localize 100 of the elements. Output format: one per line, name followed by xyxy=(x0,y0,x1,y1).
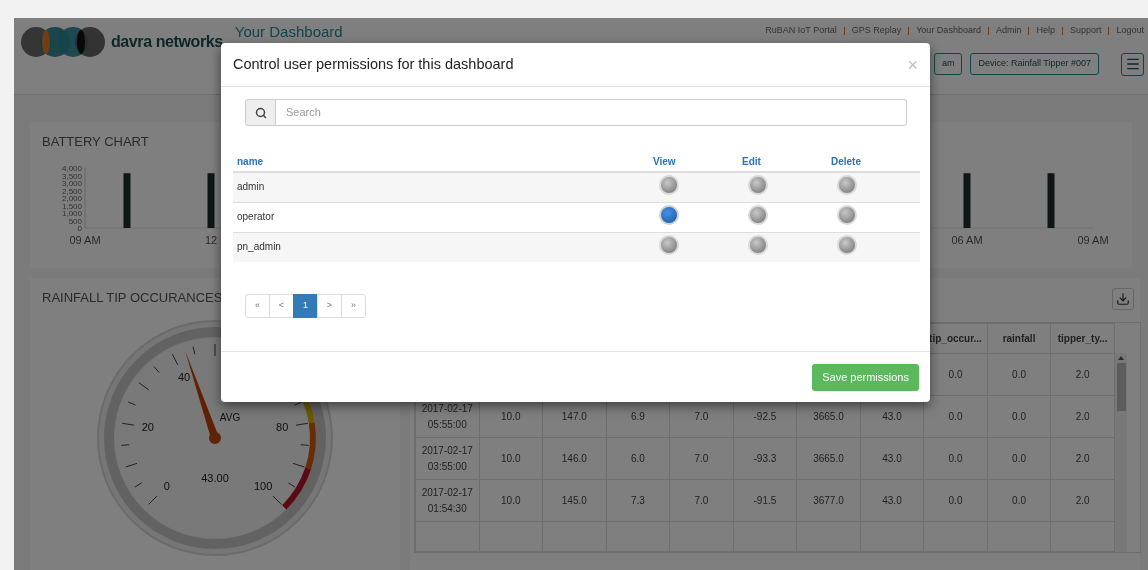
gauge-scale-label: 20 xyxy=(141,420,154,433)
table-cell: 7.0 xyxy=(669,437,734,480)
dialog-title: Control user permissions for this dashboard xyxy=(233,54,514,74)
table-cell: 0.0 xyxy=(987,479,1051,522)
radio-button[interactable] xyxy=(837,205,857,225)
radio-button[interactable] xyxy=(659,175,679,196)
radio-button[interactable] xyxy=(837,235,857,256)
axis-tick-label: 09 AM xyxy=(1077,233,1109,246)
table-cell: 145.0 xyxy=(542,479,607,522)
axis-tick-label: 2,000 xyxy=(61,193,82,203)
nav-link[interactable]: Logout xyxy=(1116,24,1144,38)
menu-icon xyxy=(1124,56,1141,72)
table-cell: 2.0 xyxy=(1050,437,1115,480)
radio-button[interactable] xyxy=(659,235,679,256)
table-cell: 2.0 xyxy=(1050,353,1115,396)
page-button[interactable]: « xyxy=(245,294,270,318)
table-cell: -93.3 xyxy=(733,437,797,480)
column-header: name xyxy=(233,152,653,172)
column-header: Delete xyxy=(831,152,920,172)
chart-bar xyxy=(123,172,131,228)
close-button[interactable]: × xyxy=(907,55,918,74)
column-header: tipper_ty... xyxy=(1050,323,1115,354)
nav-link[interactable]: Your Dashboard xyxy=(916,24,981,38)
nav-divider xyxy=(908,26,910,35)
table-cell: 10.0 xyxy=(479,479,543,522)
axis-tick-label: 06 AM xyxy=(951,233,983,246)
search-button[interactable] xyxy=(245,99,276,126)
column-header: Edit xyxy=(742,152,831,172)
radio-button[interactable] xyxy=(837,175,857,196)
card-title: RAINFALL TIP OCCURANCES xyxy=(42,289,223,307)
user-name: admin xyxy=(233,172,653,202)
user-name: operator xyxy=(233,202,653,232)
radio-button[interactable] xyxy=(748,205,768,225)
table-cell: 3665.0 xyxy=(796,437,861,480)
gauge-scale-label: 0 xyxy=(163,479,170,492)
axis-tick-label: 3,500 xyxy=(61,171,82,180)
axis-tick-label: 12 xyxy=(204,233,218,246)
table-cell: 0.0 xyxy=(923,479,988,522)
header-button[interactable]: am xyxy=(933,53,963,75)
table-cell: 0.0 xyxy=(987,437,1051,480)
table-cell: 146.0 xyxy=(542,437,607,480)
gauge-scale-label: 80 xyxy=(276,420,289,433)
page-button[interactable]: < xyxy=(269,294,294,318)
table-cell: 2.0 xyxy=(1050,395,1115,438)
table-cell: 43.0 xyxy=(860,437,924,480)
user-name: pn_admin xyxy=(233,232,653,262)
scrollbar[interactable] xyxy=(1115,353,1127,552)
chart-bar xyxy=(207,172,215,228)
table-cell: 2017-02-17 01:54:30 xyxy=(415,479,480,522)
gauge-scale-label: 100 xyxy=(253,479,273,492)
nav-divider xyxy=(1028,26,1030,35)
nav-link[interactable]: RuBAN IoT Portal xyxy=(765,24,837,38)
table-cell: 0.0 xyxy=(987,395,1051,438)
page-button[interactable]: » xyxy=(341,294,366,318)
axis-tick-label: 1,500 xyxy=(61,201,82,210)
scroll-up-icon[interactable] xyxy=(1118,356,1124,360)
table-cell: 10.0 xyxy=(479,437,543,480)
axis-tick-label: 09 AM xyxy=(69,233,101,246)
table-cell: 7.0 xyxy=(669,479,734,522)
radio-button[interactable] xyxy=(748,235,768,256)
header-button[interactable]: Device: Rainfall Tipper #007 xyxy=(970,53,1099,75)
gauge-caption: AVG xyxy=(219,411,241,423)
radio-button[interactable] xyxy=(659,205,679,225)
nav-link[interactable]: Help xyxy=(1036,24,1055,38)
table-cell: 7.3 xyxy=(606,479,670,522)
nav-link[interactable]: Support xyxy=(1069,24,1102,38)
table-cell: 3677.0 xyxy=(796,479,861,522)
gauge-scale-label: 40 xyxy=(178,370,191,383)
column-header: View xyxy=(653,152,742,172)
table-cell: 43.0 xyxy=(860,479,924,522)
nav-link[interactable]: GPS Replay xyxy=(851,24,902,38)
axis-tick-label: 3,000 xyxy=(61,178,82,188)
scroll-thumb[interactable] xyxy=(1116,363,1126,411)
table-cell: 0.0 xyxy=(923,437,988,480)
page-title: Your Dashboard xyxy=(234,24,343,40)
axis-tick-label: 2,500 xyxy=(61,186,82,195)
table-cell: 2017-02-17 03:55:00 xyxy=(415,437,480,480)
card-title: BATTERY CHART xyxy=(42,133,149,151)
radio-button[interactable] xyxy=(748,175,768,196)
gauge-value: 43.00 xyxy=(201,471,229,484)
nav-divider xyxy=(1061,26,1063,35)
save-permissions-button[interactable]: Save permissions xyxy=(812,363,919,391)
table-cell: 6.0 xyxy=(606,437,670,480)
nav-link[interactable]: Admin xyxy=(995,24,1022,38)
page-button[interactable]: 1 xyxy=(293,294,318,318)
search-icon xyxy=(254,106,267,119)
download-button[interactable] xyxy=(1112,288,1134,310)
page-button[interactable]: > xyxy=(317,294,342,318)
table-cell: -91.5 xyxy=(733,479,797,522)
table-cell: 0.0 xyxy=(987,353,1051,396)
chart-bar xyxy=(963,172,971,228)
axis-tick-label: 500 xyxy=(68,216,82,225)
nav-divider xyxy=(1108,26,1110,35)
table-cell: 2.0 xyxy=(1050,479,1115,522)
axis-tick-label: 1,000 xyxy=(61,208,82,218)
axis-tick-label: 4,000 xyxy=(61,163,82,173)
menu-button[interactable] xyxy=(1121,52,1144,76)
column-header: rainfall xyxy=(987,323,1051,354)
search-field[interactable]: Search xyxy=(276,99,907,126)
logo-icon xyxy=(20,26,106,58)
